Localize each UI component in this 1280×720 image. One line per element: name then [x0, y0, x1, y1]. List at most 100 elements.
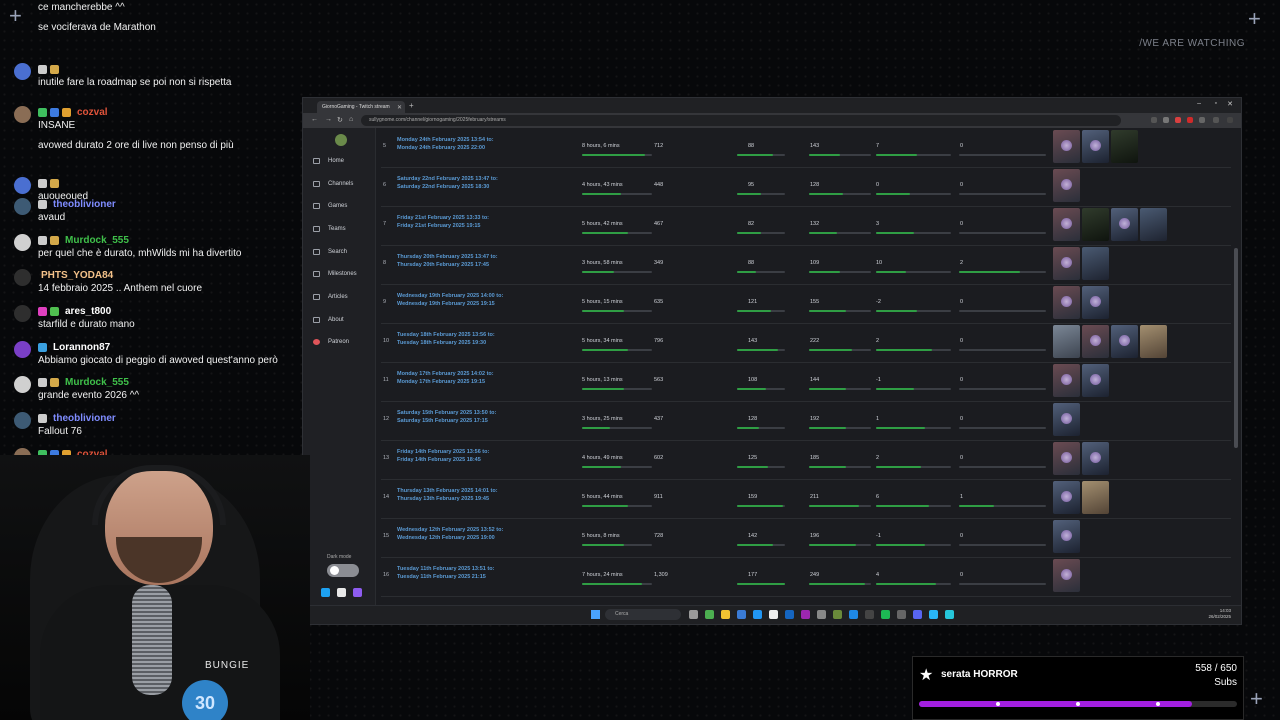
dark-mode-toggle[interactable]: [327, 564, 359, 577]
chat-username[interactable]: ares_t800: [65, 306, 111, 317]
chat-avatar[interactable]: [14, 234, 31, 251]
home-icon[interactable]: ⌂: [349, 116, 353, 123]
stream-date-link[interactable]: Tuesday 11th February 2025 13:51 to: Tues…: [397, 565, 577, 581]
sidebar-item-teams[interactable]: Teams: [313, 222, 346, 236]
close-window-icon[interactable]: ✕: [1227, 100, 1233, 108]
spotify-icon[interactable]: [881, 610, 890, 619]
app-icon[interactable]: [769, 610, 778, 619]
obs-icon[interactable]: [801, 610, 810, 619]
app-icon[interactable]: [833, 610, 842, 619]
stream-date-link[interactable]: Tuesday 18th February 2025 13:56 to: Tues…: [397, 331, 577, 347]
game-thumbnail[interactable]: [1053, 169, 1080, 202]
stream-date-link[interactable]: Monday 17th February 2025 14:02 to: Monda…: [397, 370, 577, 386]
chat-avatar[interactable]: [14, 376, 31, 393]
game-thumbnail[interactable]: [1053, 442, 1080, 475]
maximize-icon[interactable]: ▫: [1215, 100, 1217, 107]
stream-date-link[interactable]: Wednesday 12th February 2025 13:52 to: We…: [397, 526, 577, 542]
sidebar-item-patreon[interactable]: Patreon: [313, 335, 349, 349]
game-thumbnail[interactable]: [1053, 481, 1080, 514]
extensions-puzzle-icon[interactable]: [1199, 117, 1205, 123]
sidebar-item-home[interactable]: Home: [313, 154, 344, 168]
game-thumbnail[interactable]: [1082, 364, 1109, 397]
forward-icon[interactable]: →: [325, 116, 332, 123]
sidebar-item-games[interactable]: Games: [313, 199, 347, 213]
game-thumbnail[interactable]: [1053, 247, 1080, 280]
taskbar-search[interactable]: Cerca: [605, 609, 681, 620]
app-icon[interactable]: [849, 610, 858, 619]
chat-username[interactable]: Murdock_555: [65, 377, 129, 388]
chat-username[interactable]: theoblivioner: [53, 413, 116, 424]
game-thumbnail[interactable]: [1082, 208, 1109, 241]
system-clock[interactable]: 14:03 26/02/2025: [1208, 608, 1231, 620]
chrome-icon[interactable]: [705, 610, 714, 619]
app-icon[interactable]: [753, 610, 762, 619]
sidebar-item-articles[interactable]: Articles: [313, 290, 348, 304]
chat-avatar[interactable]: [14, 341, 31, 358]
stream-date-link[interactable]: Thursday 20th February 2025 13:47 to: Thu…: [397, 253, 577, 269]
stream-date-link[interactable]: Saturday 15th February 2025 13:50 to: Sat…: [397, 409, 577, 425]
extension-icon[interactable]: [1175, 117, 1181, 123]
game-thumbnail[interactable]: [1082, 130, 1109, 163]
game-thumbnail[interactable]: [1140, 208, 1167, 241]
game-thumbnail[interactable]: [1082, 247, 1109, 280]
stream-date-link[interactable]: Friday 14th February 2025 13:56 to: Frida…: [397, 448, 577, 464]
chat-avatar[interactable]: [14, 106, 31, 123]
stream-date-link[interactable]: Monday 24th February 2025 13:54 to: Monda…: [397, 136, 577, 152]
game-thumbnail[interactable]: [1082, 286, 1109, 319]
discord-icon[interactable]: [913, 610, 922, 619]
game-thumbnail[interactable]: [1111, 208, 1138, 241]
game-thumbnail[interactable]: [1053, 286, 1080, 319]
site-logo[interactable]: [335, 134, 347, 146]
game-thumbnail[interactable]: [1140, 325, 1167, 358]
stream-date-link[interactable]: Thursday 13th February 2025 14:01 to: Thu…: [397, 487, 577, 503]
sidebar-item-search[interactable]: Search: [313, 245, 347, 259]
game-thumbnail[interactable]: [1082, 325, 1109, 358]
game-thumbnail[interactable]: [1053, 130, 1080, 163]
twitch-icon[interactable]: [353, 588, 362, 597]
table-row[interactable]: 15 Wednesday 12th February 2025 13:52 to:…: [381, 518, 1231, 558]
twitter-icon[interactable]: [321, 588, 330, 597]
windows-start-icon[interactable]: [591, 610, 600, 619]
game-thumbnail[interactable]: [1053, 208, 1080, 241]
new-tab-icon[interactable]: +: [409, 101, 414, 110]
sidebar-item-milestones[interactable]: Milestones: [313, 267, 357, 281]
steam-icon[interactable]: [785, 610, 794, 619]
reload-icon[interactable]: ↻: [337, 116, 343, 124]
table-row[interactable]: 6 Saturday 22nd February 2025 13:47 to: Sa…: [381, 167, 1231, 207]
table-row[interactable]: 12 Saturday 15th February 2025 13:50 to: S…: [381, 401, 1231, 441]
table-row[interactable]: 5 Monday 24th February 2025 13:54 to: Mond…: [381, 128, 1231, 168]
game-thumbnail[interactable]: [1111, 130, 1138, 163]
chat-avatar[interactable]: [14, 177, 31, 194]
chat-username[interactable]: Lorannon87: [53, 342, 110, 353]
browser-tab[interactable]: GiornoGaming - Twitch stream ✕: [317, 101, 405, 113]
chat-username[interactable]: Murdock_555: [65, 235, 129, 246]
chat-username[interactable]: PHTS_YODA84: [41, 270, 113, 281]
edge-icon[interactable]: [737, 610, 746, 619]
game-thumbnail[interactable]: [1053, 520, 1080, 553]
app-icon[interactable]: [945, 610, 954, 619]
app-icon[interactable]: [865, 610, 874, 619]
task-view-icon[interactable]: [689, 610, 698, 619]
file-explorer-icon[interactable]: [721, 610, 730, 619]
extension-icon[interactable]: [1187, 117, 1193, 123]
table-row[interactable]: 9 Wednesday 19th February 2025 14:00 to: W…: [381, 284, 1231, 324]
profile-icon[interactable]: [1213, 117, 1219, 123]
back-icon[interactable]: ←: [311, 116, 318, 123]
table-row[interactable]: 10 Tuesday 18th February 2025 13:56 to: Tu…: [381, 323, 1231, 363]
game-thumbnail[interactable]: [1053, 403, 1080, 436]
table-row[interactable]: 13 Friday 14th February 2025 13:56 to: Fri…: [381, 440, 1231, 480]
game-thumbnail[interactable]: [1111, 325, 1138, 358]
table-row[interactable]: 7 Friday 21st February 2025 13:33 to: Frid…: [381, 206, 1231, 246]
game-thumbnail[interactable]: [1053, 325, 1080, 358]
minimize-icon[interactable]: –: [1197, 100, 1201, 107]
stream-date-link[interactable]: Saturday 22nd February 2025 13:47 to: Sat…: [397, 175, 577, 191]
chat-avatar[interactable]: [14, 269, 31, 286]
chat-username[interactable]: theoblivioner: [53, 199, 116, 210]
app-icon[interactable]: [929, 610, 938, 619]
game-thumbnail[interactable]: [1082, 442, 1109, 475]
chat-avatar[interactable]: [14, 305, 31, 322]
game-thumbnail[interactable]: [1082, 481, 1109, 514]
stream-date-link[interactable]: Wednesday 19th February 2025 14:00 to: We…: [397, 292, 577, 308]
address-bar[interactable]: sullygnome.com/channel/giornogaming/2025…: [361, 115, 1121, 126]
chat-username[interactable]: cozval: [77, 107, 108, 118]
